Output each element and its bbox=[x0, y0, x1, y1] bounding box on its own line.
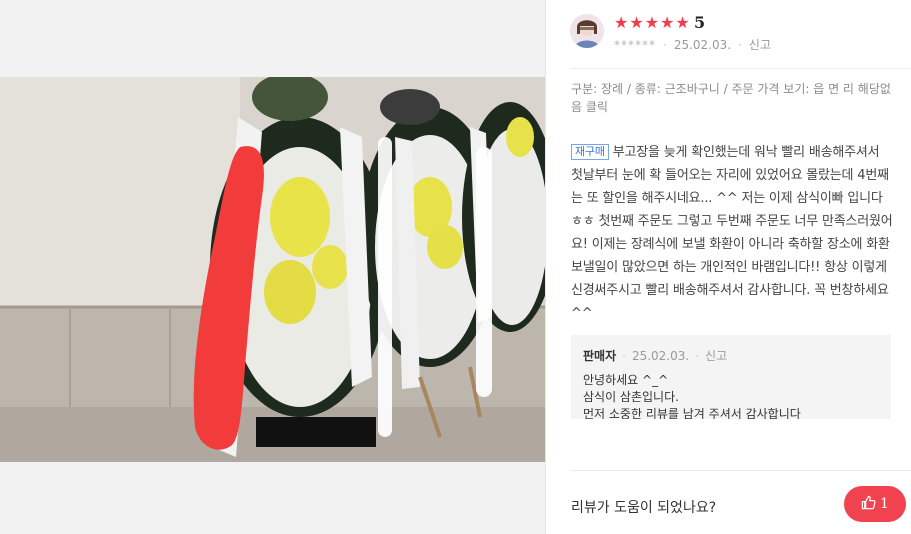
avatar bbox=[570, 14, 604, 48]
meta-separator: · bbox=[663, 37, 667, 52]
seller-reply: 판매자 · 25.02.03. · 신고 안녕하세요 ^_^ 삼식이 삼촌입니다… bbox=[571, 335, 891, 419]
review-photo-image bbox=[0, 77, 545, 462]
review-body: 재구매 부고장을 늦게 확인했는데 워낙 빨리 배송해주셔서 첫날부터 눈에 확 … bbox=[571, 141, 893, 325]
review-photo[interactable] bbox=[0, 77, 545, 462]
star-icon: ★ bbox=[660, 13, 675, 32]
reply-date: 25.02.03. bbox=[631, 348, 690, 363]
meta-separator: · bbox=[738, 37, 742, 52]
star-icon: ★ bbox=[614, 13, 629, 32]
like-button[interactable]: 1 bbox=[844, 486, 906, 522]
order-options: 구분: 장례 / 종류: 근조바구니 / 주문 가격 보기: 읍 면 리 해당없… bbox=[571, 82, 891, 114]
repurchase-badge: 재구매 bbox=[571, 144, 609, 160]
star-icon: ★ bbox=[629, 13, 644, 32]
divider bbox=[570, 68, 911, 69]
report-link[interactable]: 신고 bbox=[749, 36, 771, 53]
divider bbox=[570, 470, 911, 471]
review-header: ★ ★ ★ ★ ★ 5 ****** · 25.02.03. · 신고 bbox=[570, 13, 901, 64]
meta-separator: · bbox=[695, 348, 700, 363]
meta-separator: · bbox=[622, 348, 626, 363]
rating-stars: ★ ★ ★ ★ ★ bbox=[614, 14, 690, 32]
review-panel: ★ ★ ★ ★ ★ 5 ****** · 25.02.03. · 신고 구분: … bbox=[546, 0, 911, 534]
seller-label: 판매자 bbox=[583, 349, 617, 363]
review-meta: ****** · 25.02.03. · 신고 bbox=[614, 36, 771, 53]
reply-text: 안녕하세요 ^_^ 삼식이 삼촌입니다. 먼저 소중한 리뷰를 남겨 주셔서 감… bbox=[583, 373, 801, 419]
helpful-question: 리뷰가 도움이 되었나요? bbox=[571, 500, 717, 516]
rating-score: 5 bbox=[694, 13, 706, 32]
like-count: 1 bbox=[880, 496, 889, 512]
reply-header: 판매자 · 25.02.03. · 신고 bbox=[583, 347, 879, 364]
photo-viewer bbox=[0, 0, 545, 534]
star-icon: ★ bbox=[675, 13, 690, 32]
author-name: ****** bbox=[614, 37, 656, 52]
star-icon: ★ bbox=[644, 13, 660, 32]
review-text: 부고장을 늦게 확인했는데 워낙 빨리 배송해주셔서 첫날부터 눈에 확 들어오… bbox=[571, 145, 893, 321]
thumbs-up-icon bbox=[861, 495, 876, 514]
reply-report-link[interactable]: 신고 bbox=[705, 347, 727, 364]
review-date: 25.02.03. bbox=[673, 37, 732, 52]
